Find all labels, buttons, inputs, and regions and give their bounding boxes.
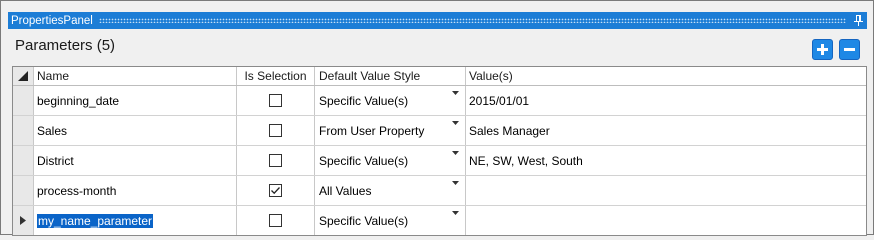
values-cell[interactable] [466, 176, 866, 205]
default-style-value: Specific Value(s) [319, 153, 409, 168]
values-cell[interactable]: 2015/01/01 [466, 86, 866, 115]
default-style-cell[interactable]: From User Property [315, 116, 466, 145]
default-style-cell[interactable]: All Values [315, 176, 466, 205]
row-header[interactable] [13, 86, 34, 115]
is-selection-checkbox[interactable] [269, 124, 282, 137]
dropdown-arrow-icon[interactable] [448, 91, 462, 103]
parameter-name: process-month [37, 183, 117, 198]
is-selection-cell [237, 176, 315, 205]
parameter-name-cell[interactable]: District [34, 146, 237, 175]
add-parameter-button[interactable] [812, 39, 833, 60]
default-style-cell[interactable]: Specific Value(s) [315, 86, 466, 115]
column-header-default-style[interactable]: Default Value Style [315, 67, 466, 85]
is-selection-checkbox[interactable] [269, 154, 282, 167]
pin-icon[interactable] [852, 14, 864, 27]
is-selection-checkbox[interactable] [269, 184, 282, 197]
titlebar-grip [98, 18, 846, 23]
panel-titlebar[interactable]: PropertiesPanel [8, 12, 867, 29]
parameters-grid: Name Is Selection Default Value Style Va… [12, 66, 867, 236]
check-icon [271, 187, 280, 195]
dropdown-arrow-icon[interactable] [448, 181, 462, 193]
values-text: NE, SW, West, South [469, 153, 583, 168]
table-row[interactable]: my_name_parameter Specific Value(s) [13, 206, 866, 235]
values-text: 2015/01/01 [469, 93, 530, 108]
minus-icon [844, 48, 855, 51]
row-header[interactable] [13, 176, 34, 205]
dropdown-arrow-icon[interactable] [448, 211, 462, 223]
is-selection-cell [237, 206, 315, 235]
grid-header-row: Name Is Selection Default Value Style Va… [13, 67, 866, 86]
parameter-name: Sales [37, 123, 68, 138]
parameter-name: my_name_parameter [37, 213, 154, 228]
parameters-heading: Parameters (5) [15, 37, 116, 54]
table-row[interactable]: beginning_date Specific Value(s) 2015/01… [13, 86, 866, 116]
column-header-is-selection[interactable]: Is Selection [237, 67, 315, 85]
values-cell[interactable]: NE, SW, West, South [466, 146, 866, 175]
dropdown-arrow-icon[interactable] [448, 151, 462, 163]
table-row[interactable]: District Specific Value(s) NE, SW, West,… [13, 146, 866, 176]
table-row[interactable]: Sales From User Property Sales Manager [13, 116, 866, 146]
table-row[interactable]: process-month All Values [13, 176, 866, 206]
corner-triangle-icon [18, 71, 28, 81]
panel-title: PropertiesPanel [11, 14, 93, 27]
dropdown-arrow-icon[interactable] [448, 121, 462, 133]
current-row-indicator-icon [20, 216, 26, 225]
default-style-value: Specific Value(s) [319, 93, 409, 108]
values-cell[interactable] [466, 206, 866, 235]
parameter-name-cell[interactable]: Sales [34, 116, 237, 145]
default-style-value: From User Property [319, 123, 425, 138]
parameter-name-cell[interactable]: process-month [34, 176, 237, 205]
row-header[interactable] [13, 146, 34, 175]
is-selection-checkbox[interactable] [269, 94, 282, 107]
select-all-corner[interactable] [13, 67, 34, 85]
properties-panel: PropertiesPanel Parameters (5) Name Is S… [0, 0, 874, 236]
parameter-name: District [37, 153, 74, 168]
is-selection-checkbox[interactable] [269, 214, 282, 227]
values-text: Sales Manager [469, 123, 550, 138]
default-style-cell[interactable]: Specific Value(s) [315, 146, 466, 175]
default-style-value: Specific Value(s) [319, 213, 409, 228]
parameter-name-cell[interactable]: beginning_date [34, 86, 237, 115]
column-header-name[interactable]: Name [34, 67, 237, 85]
row-header[interactable] [13, 116, 34, 145]
is-selection-cell [237, 116, 315, 145]
is-selection-cell [237, 86, 315, 115]
parameter-name-cell[interactable]: my_name_parameter [34, 206, 237, 235]
values-cell[interactable]: Sales Manager [466, 116, 866, 145]
is-selection-cell [237, 146, 315, 175]
row-header[interactable] [13, 206, 34, 235]
plus-icon [817, 44, 828, 55]
remove-parameter-button[interactable] [839, 39, 860, 60]
parameter-name: beginning_date [37, 93, 120, 108]
column-header-values[interactable]: Value(s) [466, 67, 866, 85]
default-style-value: All Values [319, 183, 372, 198]
default-style-cell[interactable]: Specific Value(s) [315, 206, 466, 235]
